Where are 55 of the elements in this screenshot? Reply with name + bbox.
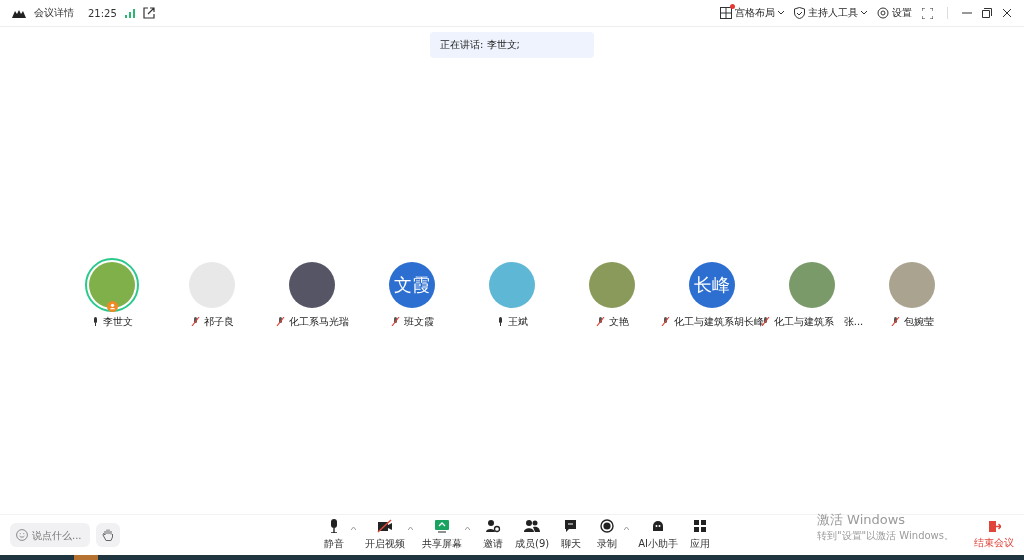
participant-name: 班文霞 bbox=[403, 314, 434, 329]
grid-layout-button[interactable]: 宫格布局 bbox=[720, 6, 784, 20]
activation-message: 转到"设置"以激活 Windows。 bbox=[816, 529, 954, 543]
chat-button[interactable]: 聊天 bbox=[554, 519, 589, 551]
participant-name: 化工与建筑系胡长峰 bbox=[673, 314, 764, 329]
settings-icon bbox=[877, 7, 889, 19]
video-button[interactable]: 开启视频 bbox=[362, 519, 408, 551]
end-meeting-button[interactable]: 结束会议 bbox=[974, 520, 1014, 550]
grid-icon bbox=[720, 7, 732, 19]
share-icon bbox=[434, 519, 450, 533]
avatar-initials: 长峰 bbox=[689, 261, 735, 308]
invite-button[interactable]: 邀请 bbox=[476, 519, 510, 551]
meeting-time: 21:25 bbox=[88, 7, 117, 19]
avatar-initials: 文霞 bbox=[389, 261, 435, 308]
participant-name: 化工系马光瑞 bbox=[288, 314, 349, 329]
record-icon bbox=[599, 519, 616, 533]
participant-name: 化工与建筑系 张... bbox=[773, 314, 864, 329]
activation-title: 激活 Windows bbox=[816, 511, 907, 529]
invite-icon bbox=[485, 519, 501, 533]
members-button[interactable]: 成员(9) bbox=[512, 519, 553, 551]
ai-button[interactable]: AI小助手 bbox=[635, 519, 681, 551]
fullscreen-icon[interactable] bbox=[922, 7, 933, 19]
hand-icon bbox=[101, 528, 115, 542]
caret-icon[interactable] bbox=[465, 527, 470, 530]
exit-icon bbox=[987, 520, 1001, 533]
chat-input-field[interactable]: 说点什么... bbox=[10, 523, 90, 547]
raise-hand-button[interactable] bbox=[96, 523, 120, 547]
apps-button[interactable]: 应用 bbox=[683, 519, 717, 551]
participant-name: 包婉莹 bbox=[903, 314, 934, 329]
close-icon[interactable] bbox=[1002, 8, 1012, 18]
chevron-down-icon bbox=[861, 11, 867, 15]
host-tools-button[interactable]: 主持人工具 bbox=[794, 6, 867, 20]
record-button[interactable]: 录制 bbox=[590, 519, 625, 551]
logo-icon bbox=[12, 8, 26, 18]
shield-icon bbox=[794, 7, 805, 19]
chevron-down-icon bbox=[778, 11, 784, 15]
participant-name: 李世文 bbox=[102, 314, 133, 329]
external-link-icon[interactable] bbox=[142, 7, 155, 19]
video-icon bbox=[377, 519, 393, 533]
settings-button[interactable]: 设置 bbox=[877, 6, 912, 20]
caret-icon[interactable] bbox=[624, 527, 630, 530]
emoji-icon bbox=[16, 529, 28, 541]
signal-icon bbox=[124, 8, 135, 18]
participant-name: 王斌 bbox=[507, 314, 528, 329]
mic-button[interactable]: 静音 bbox=[317, 519, 351, 551]
caret-icon[interactable] bbox=[408, 527, 413, 530]
participant-name: 文艳 bbox=[608, 314, 629, 329]
meeting-info-link[interactable]: 会议详情 bbox=[34, 6, 74, 20]
speaking-banner: 正在讲话: 李世文; bbox=[430, 32, 594, 58]
members-icon bbox=[524, 519, 541, 533]
share-button[interactable]: 共享屏幕 bbox=[419, 519, 465, 551]
restore-icon[interactable] bbox=[982, 8, 992, 18]
participant-name: 祁子良 bbox=[203, 314, 234, 329]
apps-icon bbox=[692, 519, 708, 533]
caret-icon[interactable] bbox=[351, 527, 356, 530]
